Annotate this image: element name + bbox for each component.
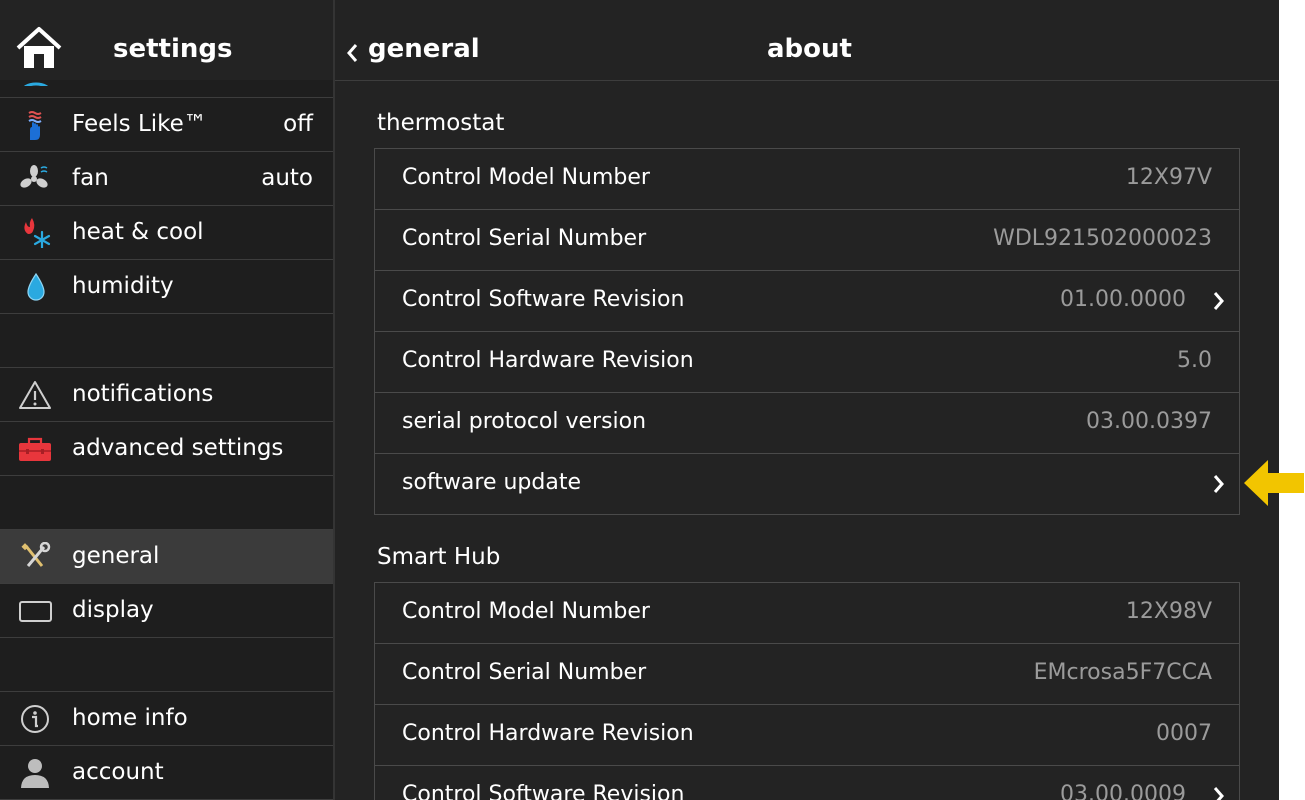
info-row: serial protocol version 03.00.0397	[375, 393, 1239, 454]
section-title-thermostat: thermostat	[377, 110, 505, 136]
sidebar-item-label: advanced settings	[72, 435, 284, 461]
flame-snowflake-icon	[18, 218, 52, 250]
page-title: about	[767, 34, 852, 64]
row-label: Control Serial Number	[402, 226, 647, 251]
sidebar-item-feels-like[interactable]: Feels Like™ off	[0, 98, 333, 152]
sidebar-item-label: account	[72, 759, 164, 785]
info-icon	[18, 704, 52, 734]
row-value: 12X97V	[1125, 165, 1212, 190]
sidebar-item-label: heat & cool	[72, 219, 204, 245]
sidebar-spacer	[0, 638, 333, 692]
sidebar-item-heat-cool[interactable]: heat & cool	[0, 206, 333, 260]
sidebar-header: settings	[0, 0, 333, 80]
warning-triangle-icon	[18, 380, 52, 410]
main-header: general about	[335, 0, 1279, 81]
software-revision-row[interactable]: Control Software Revision 01.00.0000	[375, 271, 1239, 332]
sidebar-item-label: notifications	[72, 381, 214, 407]
hand-waves-icon	[18, 110, 52, 140]
back-label: general	[368, 34, 480, 64]
row-label: Control Software Revision	[402, 287, 685, 312]
row-label: serial protocol version	[402, 409, 647, 434]
info-row: Control Model Number 12X97V	[375, 149, 1239, 210]
sidebar-item-label: humidity	[72, 273, 174, 299]
sidebar-item-label: Feels Like™	[72, 111, 207, 137]
chevron-right-icon	[1212, 290, 1226, 312]
row-label: software update	[402, 470, 581, 495]
display-icon	[18, 596, 52, 626]
home-icon[interactable]	[16, 26, 62, 70]
sidebar-item-humidity[interactable]: humidity	[0, 260, 333, 314]
toolbox-icon	[18, 434, 52, 464]
row-label: Control Serial Number	[402, 660, 647, 685]
sidebar-item-advanced-settings[interactable]: advanced settings	[0, 422, 333, 476]
sidebar-item-label: home info	[72, 705, 188, 731]
chevron-left-icon	[345, 42, 359, 64]
row-label: Control Software Revision	[402, 782, 685, 800]
section-title-smart-hub: Smart Hub	[377, 544, 501, 570]
person-icon	[18, 758, 52, 789]
sidebar-item-label: fan	[72, 165, 109, 191]
row-value: 01.00.0000	[1060, 287, 1186, 312]
wrench-screwdriver-icon	[18, 541, 52, 572]
droplet-icon	[18, 272, 52, 302]
sidebar-item-value: auto	[261, 165, 313, 191]
row-value: WDL921502000023	[993, 226, 1212, 251]
row-value: 03.00.0009	[1060, 782, 1186, 800]
info-row: Control Model Number 12X98V	[375, 583, 1239, 644]
sidebar-item-account[interactable]: account	[0, 746, 333, 800]
sidebar-title: settings	[113, 34, 233, 64]
sidebar-spacer	[0, 314, 333, 368]
arrow-left-icon	[1244, 460, 1304, 506]
row-label: Control Model Number	[402, 165, 650, 190]
thermostat-card: Control Model Number 12X97V Control Seri…	[374, 148, 1240, 515]
sidebar-spacer	[0, 476, 333, 530]
chevron-right-icon	[1212, 785, 1226, 800]
smart-hub-card: Control Model Number 12X98V Control Seri…	[374, 582, 1240, 800]
app-window: Feels Like™ off fan auto heat & cool hum…	[0, 0, 1279, 800]
info-row: Control Hardware Revision 5.0	[375, 332, 1239, 393]
row-value: 0007	[1156, 721, 1212, 746]
row-label: Control Hardware Revision	[402, 721, 694, 746]
row-value: EMcrosa5F7CCA	[1033, 660, 1212, 685]
fan-icon	[18, 164, 52, 194]
row-value: 03.00.0397	[1086, 409, 1212, 434]
info-row: Control Serial Number WDL921502000023	[375, 210, 1239, 271]
row-label: Control Hardware Revision	[402, 348, 694, 373]
sidebar-item-value: off	[283, 111, 313, 137]
info-row: Control Serial Number EMcrosa5F7CCA	[375, 644, 1239, 705]
row-value: 12X98V	[1125, 599, 1212, 624]
sidebar-list: Feels Like™ off fan auto heat & cool hum…	[0, 44, 333, 800]
sidebar-item-general[interactable]: general	[0, 530, 333, 584]
software-update-row[interactable]: software update	[375, 454, 1239, 514]
sidebar-item-notifications[interactable]: notifications	[0, 368, 333, 422]
sidebar-item-display[interactable]: display	[0, 584, 333, 638]
sidebar-item-home-info[interactable]: home info	[0, 692, 333, 746]
sidebar-item-fan[interactable]: fan auto	[0, 152, 333, 206]
info-row: Control Hardware Revision 0007	[375, 705, 1239, 766]
row-value: 5.0	[1177, 348, 1212, 373]
software-revision-row[interactable]: Control Software Revision 03.00.0009	[375, 766, 1239, 800]
row-label: Control Model Number	[402, 599, 650, 624]
settings-sidebar: Feels Like™ off fan auto heat & cool hum…	[0, 0, 335, 800]
chevron-right-icon	[1212, 473, 1226, 495]
sidebar-item-label: general	[72, 543, 160, 569]
sidebar-item-label: display	[72, 597, 154, 623]
main-panel: general about thermostat Control Model N…	[335, 0, 1279, 800]
